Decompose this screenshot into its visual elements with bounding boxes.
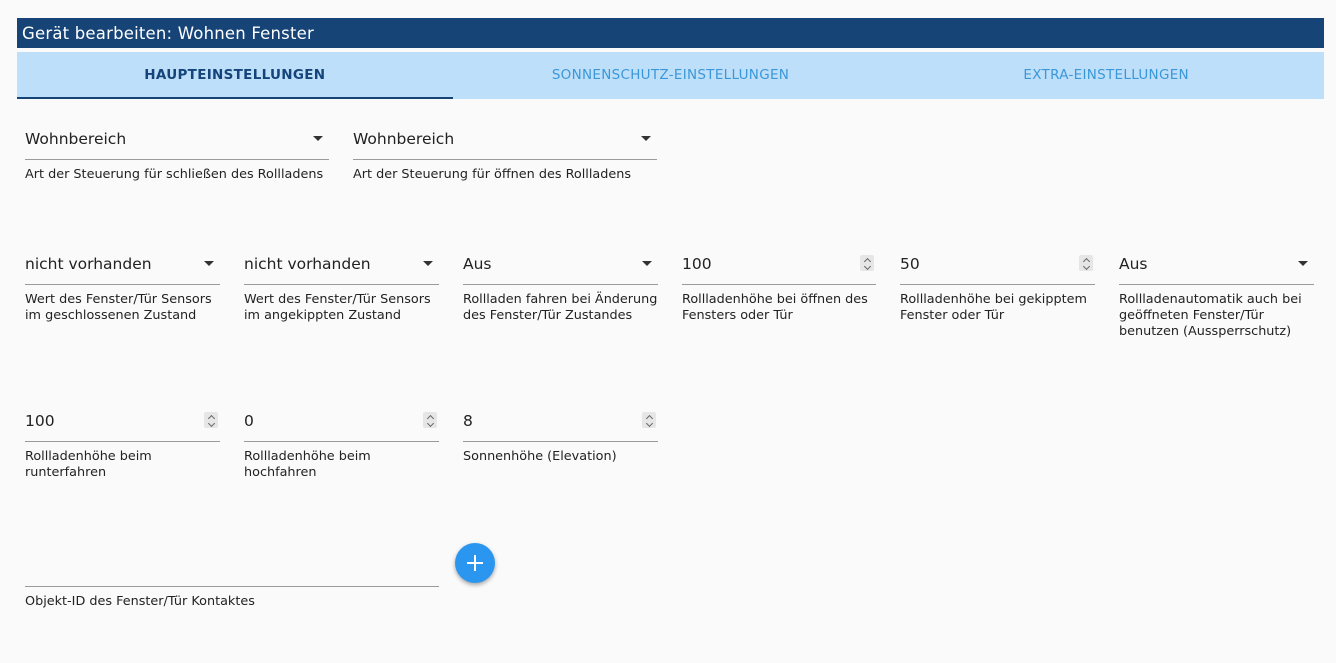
- tab-extra-settings[interactable]: EXTRA-EINSTELLUNGEN: [888, 52, 1324, 99]
- contact-object-id-input[interactable]: [25, 546, 439, 587]
- dropdown-arrow-icon: [313, 136, 323, 141]
- lockout-protection-select[interactable]: Aus: [1119, 244, 1314, 285]
- height-tilted-window-field: 50 Rollladenhöhe bei gekipptem Fenster o…: [900, 244, 1095, 324]
- close-control-label: Art der Steuerung für schließen des Roll…: [25, 167, 324, 182]
- move-on-change-select[interactable]: Aus: [463, 244, 658, 285]
- tab-sun-protection-settings[interactable]: SONNENSCHUTZ-EINSTELLUNGEN: [453, 52, 889, 99]
- sensor-closed-select[interactable]: nicht vorhanden: [25, 244, 220, 285]
- close-control-field: Wohnbereich Art der Steuerung für schlie…: [25, 119, 329, 183]
- height-up-input[interactable]: 0: [244, 401, 439, 442]
- dropdown-arrow-icon: [641, 136, 651, 141]
- sensor-closed-field: nicht vorhanden Wert des Fenster/Tür Sen…: [25, 244, 220, 324]
- tab-bar: HAUPTEINSTELLUNGEN SONNENSCHUTZ-EINSTELL…: [17, 52, 1324, 99]
- move-on-change-label: Rollladen fahren bei Änderung des Fenste…: [463, 292, 658, 323]
- lockout-protection-value: Aus: [1119, 255, 1148, 273]
- height-down-field: 100 Rollladenhöhe beim runterfahren: [25, 401, 220, 481]
- spinner-icon[interactable]: [860, 255, 874, 271]
- sensor-closed-label: Wert des Fenster/Tür Sensors im geschlos…: [25, 292, 212, 323]
- height-open-window-label: Rollladenhöhe bei öffnen des Fensters od…: [682, 292, 868, 323]
- close-control-value: Wohnbereich: [25, 130, 127, 148]
- open-control-label: Art der Steuerung für öffnen des Rolllad…: [353, 167, 632, 182]
- dropdown-arrow-icon: [423, 261, 433, 266]
- sun-elevation-field: 8 Sonnenhöhe (Elevation): [463, 401, 658, 465]
- open-control-field: Wohnbereich Art der Steuerung für öffnen…: [353, 119, 657, 183]
- height-down-input[interactable]: 100: [25, 401, 220, 442]
- move-on-change-value: Aus: [463, 255, 492, 273]
- height-tilted-window-label: Rollladenhöhe bei gekipptem Fenster oder…: [900, 292, 1087, 323]
- height-up-field: 0 Rollladenhöhe beim hochfahren: [244, 401, 439, 481]
- move-on-change-field: Aus Rollladen fahren bei Änderung des Fe…: [463, 244, 658, 324]
- height-open-window-field: 100 Rollladenhöhe bei öffnen des Fenster…: [682, 244, 876, 324]
- sensor-tilted-select[interactable]: nicht vorhanden: [244, 244, 439, 285]
- height-tilted-window-input[interactable]: 50: [900, 244, 1095, 285]
- height-up-value: 0: [244, 412, 254, 430]
- dialog-title: Gerät bearbeiten: Wohnen Fenster: [17, 18, 1324, 48]
- height-up-label: Rollladenhöhe beim hochfahren: [244, 449, 371, 480]
- dropdown-arrow-icon: [204, 261, 214, 266]
- dropdown-arrow-icon: [1298, 261, 1308, 266]
- height-open-window-input[interactable]: 100: [682, 244, 876, 285]
- open-control-select[interactable]: Wohnbereich: [353, 119, 657, 160]
- spinner-icon[interactable]: [642, 412, 656, 428]
- add-object-button[interactable]: [455, 543, 495, 583]
- open-control-value: Wohnbereich: [353, 130, 455, 148]
- sensor-tilted-value: nicht vorhanden: [244, 255, 371, 273]
- spinner-icon[interactable]: [204, 412, 218, 428]
- dropdown-arrow-icon: [642, 261, 652, 266]
- height-down-value: 100: [25, 412, 55, 430]
- sun-elevation-label: Sonnenhöhe (Elevation): [463, 449, 617, 464]
- contact-object-id-label: Objekt-ID des Fenster/Tür Kontaktes: [25, 594, 255, 609]
- spinner-icon[interactable]: [423, 412, 437, 428]
- sensor-tilted-label: Wert des Fenster/Tür Sensors im angekipp…: [244, 292, 431, 323]
- lockout-protection-field: Aus Rollladenautomatik auch bei geöffnet…: [1119, 244, 1314, 340]
- height-open-window-value: 100: [682, 255, 712, 273]
- spinner-icon[interactable]: [1079, 255, 1093, 271]
- height-tilted-window-value: 50: [900, 255, 920, 273]
- lockout-protection-label: Rollladenautomatik auch bei geöffneten F…: [1119, 292, 1302, 339]
- sun-elevation-value: 8: [463, 412, 473, 430]
- close-control-select[interactable]: Wohnbereich: [25, 119, 329, 160]
- tab-main-settings[interactable]: HAUPTEINSTELLUNGEN: [17, 52, 453, 99]
- sun-elevation-input[interactable]: 8: [463, 401, 658, 442]
- sensor-closed-value: nicht vorhanden: [25, 255, 152, 273]
- contact-object-id-field: Objekt-ID des Fenster/Tür Kontaktes: [25, 546, 439, 610]
- height-down-label: Rollladenhöhe beim runterfahren: [25, 449, 152, 480]
- sensor-tilted-field: nicht vorhanden Wert des Fenster/Tür Sen…: [244, 244, 439, 324]
